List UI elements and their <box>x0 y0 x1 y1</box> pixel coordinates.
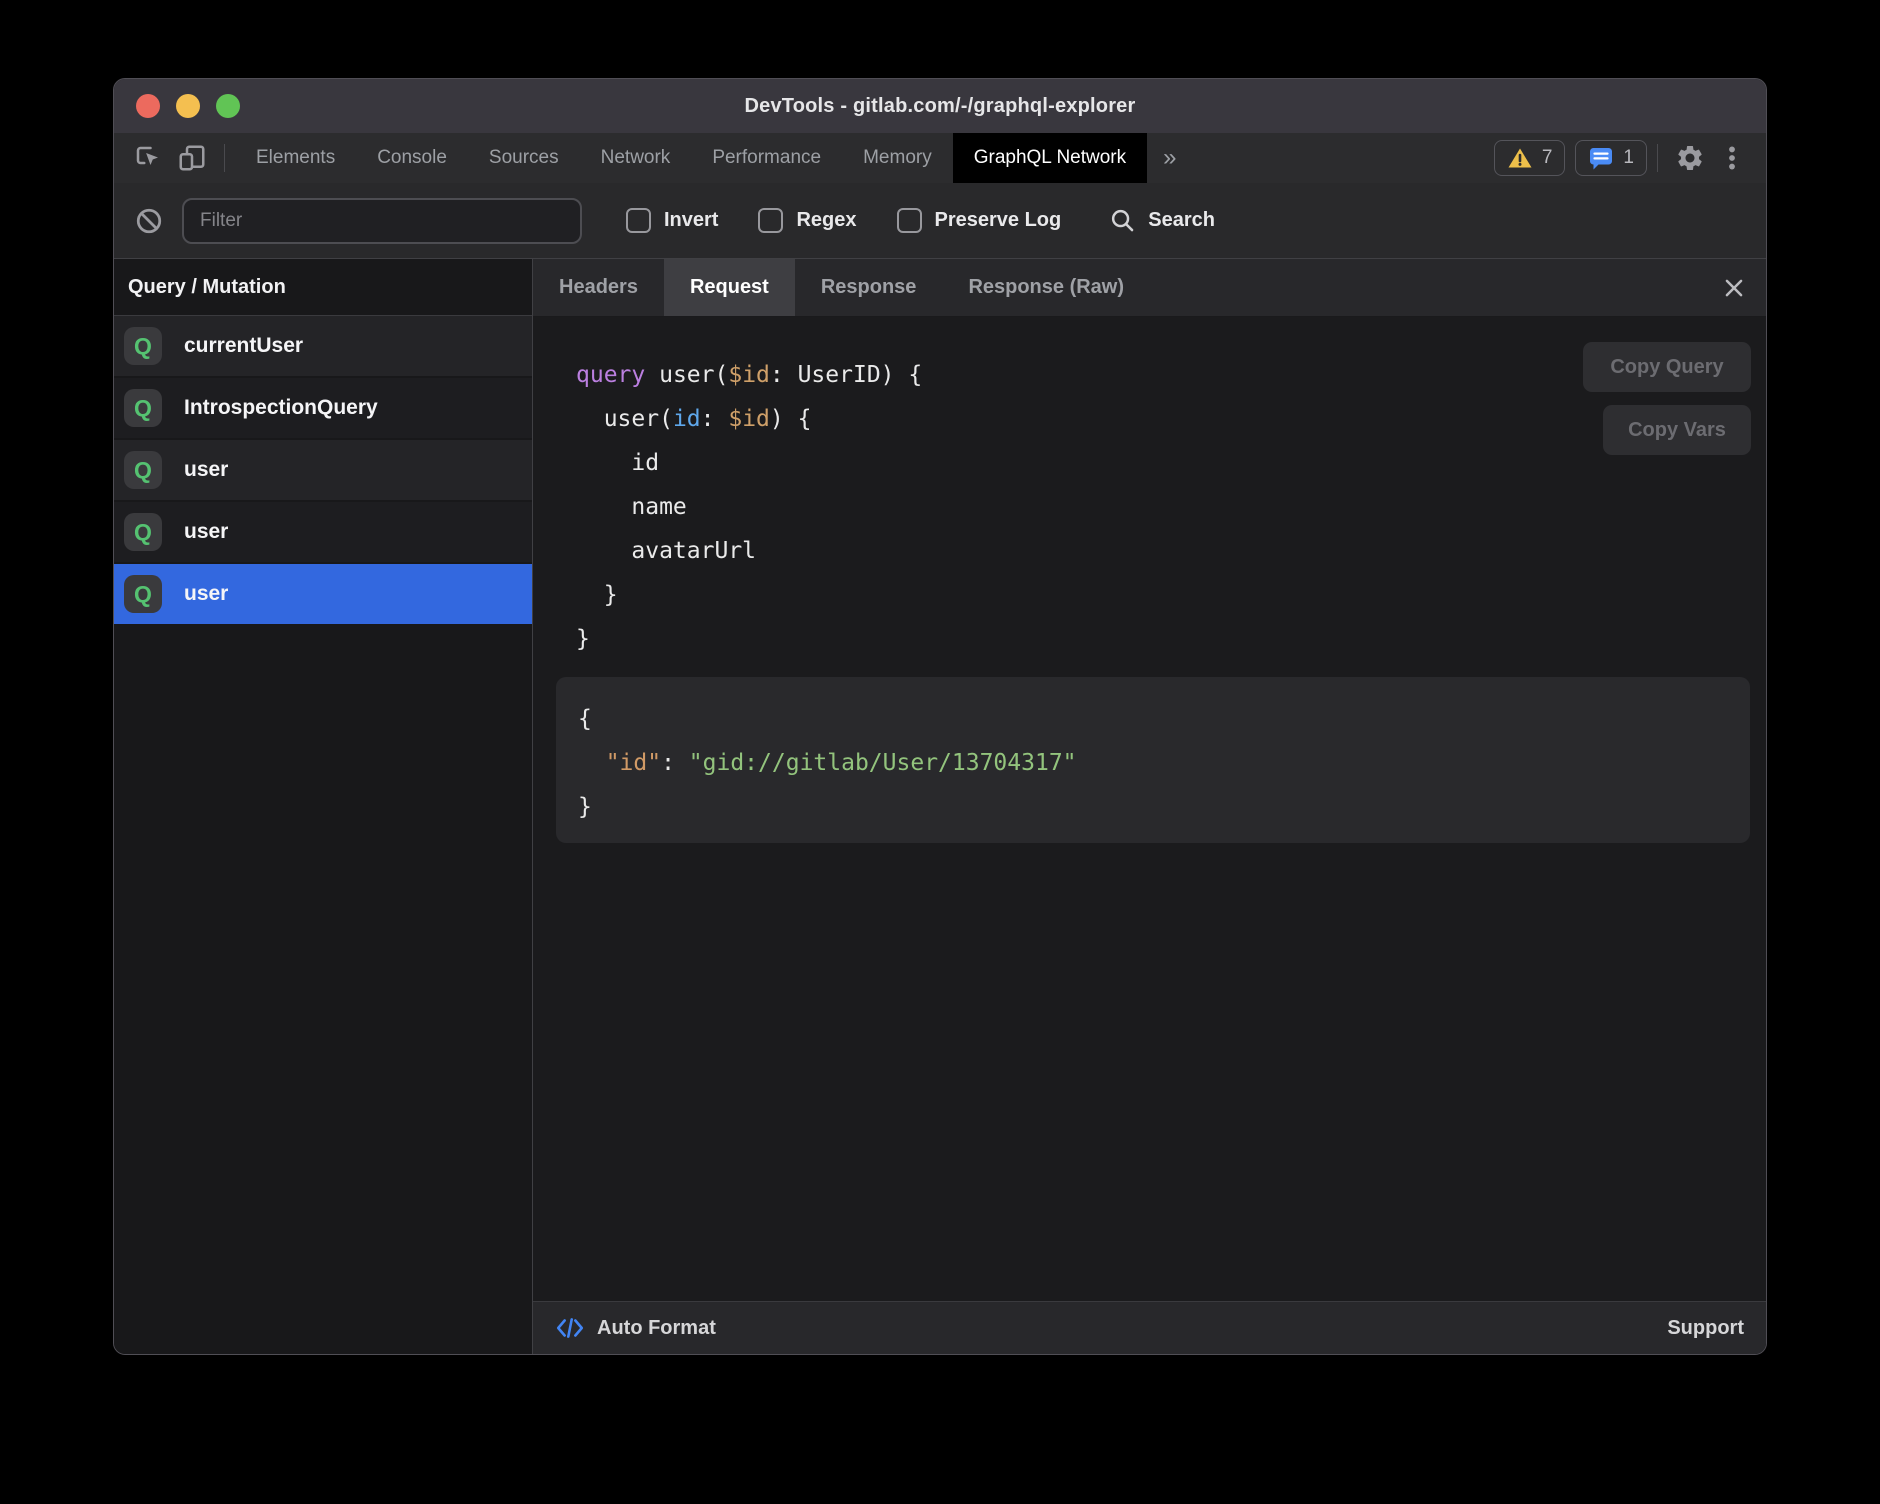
devtools-tabs: ElementsConsoleSourcesNetworkPerformance… <box>235 133 1147 183</box>
settings-button[interactable] <box>1668 133 1712 183</box>
code-line: } <box>576 617 1766 661</box>
preserve-log-label: Preserve Log <box>935 209 1062 232</box>
query-item-label: currentUser <box>184 334 303 358</box>
preserve-log-checkbox-control[interactable]: Preserve Log <box>897 208 1062 233</box>
query-item-user[interactable]: Quser <box>114 440 532 500</box>
detail-tab-headers[interactable]: Headers <box>533 259 664 316</box>
code-line: { <box>578 697 1750 741</box>
filter-bar: Invert Regex Preserve Log Search <box>114 183 1766 259</box>
detail-tab-bar: HeadersRequestResponseResponse (Raw) <box>533 259 1766 317</box>
copy-buttons: Copy Query Copy Vars <box>1583 342 1751 455</box>
copy-query-button[interactable]: Copy Query <box>1583 342 1751 392</box>
query-sidebar: Query / Mutation QcurrentUserQIntrospect… <box>114 259 533 1354</box>
auto-format-label: Auto Format <box>597 1317 716 1340</box>
regex-checkbox-control[interactable]: Regex <box>758 208 856 233</box>
traffic-light-zoom[interactable] <box>216 94 240 118</box>
tab-elements[interactable]: Elements <box>235 133 356 183</box>
screen: DevTools - gitlab.com/-/graphql-explorer <box>0 0 1880 1504</box>
query-item-introspectionquery[interactable]: Q IntrospectionQuery <box>114 378 532 438</box>
issues-count: 1 <box>1623 147 1634 169</box>
detail-tab-response-raw[interactable]: Response (Raw) <box>942 259 1150 316</box>
query-item-label: user <box>184 458 228 482</box>
query-item-label: user <box>184 582 228 606</box>
more-tabs-button[interactable]: » <box>1147 133 1192 183</box>
toolbar-divider <box>224 144 225 172</box>
query-type-badge: Q <box>124 327 162 365</box>
warning-count: 7 <box>1542 147 1553 169</box>
traffic-light-close[interactable] <box>136 94 160 118</box>
devtools-tab-bar: ElementsConsoleSourcesNetworkPerformance… <box>114 133 1766 183</box>
clear-button[interactable] <box>130 196 168 246</box>
query-item-label: IntrospectionQuery <box>184 396 378 420</box>
code-line: } <box>578 785 1750 829</box>
panel-body: Query / Mutation QcurrentUserQIntrospect… <box>114 259 1766 1354</box>
request-content: Copy Query Copy Vars query user($id: Use… <box>533 317 1766 1301</box>
tab-graphql-network[interactable]: GraphQL Network <box>953 133 1147 183</box>
detail-tab-response[interactable]: Response <box>795 259 943 316</box>
inspect-cursor-icon <box>133 143 163 173</box>
sidebar-header: Query / Mutation <box>114 259 532 316</box>
query-list: QcurrentUserQIntrospectionQueryQuserQuse… <box>114 316 532 626</box>
auto-format-button[interactable]: Auto Format <box>555 1316 716 1340</box>
device-toolbar-button[interactable] <box>170 133 214 183</box>
filter-checkboxes: Invert Regex Preserve Log <box>626 208 1061 233</box>
more-options-button[interactable] <box>1712 133 1752 183</box>
search-control[interactable]: Search <box>1109 207 1215 234</box>
tab-memory[interactable]: Memory <box>842 133 953 183</box>
code-line: avatarUrl <box>576 529 1766 573</box>
title-bar: DevTools - gitlab.com/-/graphql-explorer <box>114 79 1766 133</box>
traffic-light-minimize[interactable] <box>176 94 200 118</box>
search-icon <box>1109 207 1136 234</box>
query-type-badge: Q <box>124 575 162 613</box>
query-item-user[interactable]: Quser <box>114 502 532 562</box>
issues-badge[interactable]: 1 <box>1575 140 1647 176</box>
preserve-log-checkbox[interactable] <box>897 208 922 233</box>
devtools-window: DevTools - gitlab.com/-/graphql-explorer <box>113 78 1767 1355</box>
variables-box: { "id": "gid://gitlab/User/13704317"} <box>556 677 1750 843</box>
kebab-menu-icon <box>1719 143 1745 173</box>
query-type-badge: Q <box>124 389 162 427</box>
query-item-currentuser[interactable]: QcurrentUser <box>114 316 532 376</box>
tab-sources[interactable]: Sources <box>468 133 580 183</box>
code-brackets-icon <box>555 1316 585 1340</box>
regex-label: Regex <box>796 209 856 232</box>
tab-network[interactable]: Network <box>580 133 692 183</box>
detail-panel: HeadersRequestResponseResponse (Raw) Cop… <box>533 259 1766 1354</box>
badge-divider <box>1657 144 1658 172</box>
query-type-badge: Q <box>124 513 162 551</box>
tab-performance[interactable]: Performance <box>691 133 842 183</box>
code-line: "id": "gid://gitlab/User/13704317" <box>578 741 1750 785</box>
message-bubble-icon <box>1588 146 1614 171</box>
invert-label: Invert <box>664 209 718 232</box>
detail-tabs: HeadersRequestResponseResponse (Raw) <box>533 259 1150 316</box>
block-icon <box>134 206 164 236</box>
invert-checkbox-control[interactable]: Invert <box>626 208 718 233</box>
detail-tab-request[interactable]: Request <box>664 259 795 316</box>
code-line: name <box>576 485 1766 529</box>
device-toolbar-icon <box>177 143 207 173</box>
variables-json: { "id": "gid://gitlab/User/13704317"} <box>578 697 1750 829</box>
query-type-badge: Q <box>124 451 162 489</box>
filter-input[interactable] <box>182 198 582 244</box>
tab-console[interactable]: Console <box>356 133 468 183</box>
copy-vars-button[interactable]: Copy Vars <box>1603 405 1751 455</box>
query-item-label: user <box>184 520 228 544</box>
close-icon <box>1722 276 1746 300</box>
close-detail-button[interactable] <box>1722 276 1746 300</box>
window-title: DevTools - gitlab.com/-/graphql-explorer <box>114 95 1766 118</box>
code-line: } <box>576 573 1766 617</box>
support-link[interactable]: Support <box>1667 1317 1744 1340</box>
gear-icon <box>1675 143 1705 173</box>
warning-triangle-icon <box>1507 146 1533 170</box>
regex-checkbox[interactable] <box>758 208 783 233</box>
panel-footer: Auto Format Support <box>533 1301 1766 1354</box>
inspect-element-button[interactable] <box>126 133 170 183</box>
invert-checkbox[interactable] <box>626 208 651 233</box>
window-controls <box>136 94 240 118</box>
search-label: Search <box>1148 209 1215 232</box>
query-item-user[interactable]: Quser <box>114 564 532 624</box>
warnings-badge[interactable]: 7 <box>1494 140 1566 176</box>
